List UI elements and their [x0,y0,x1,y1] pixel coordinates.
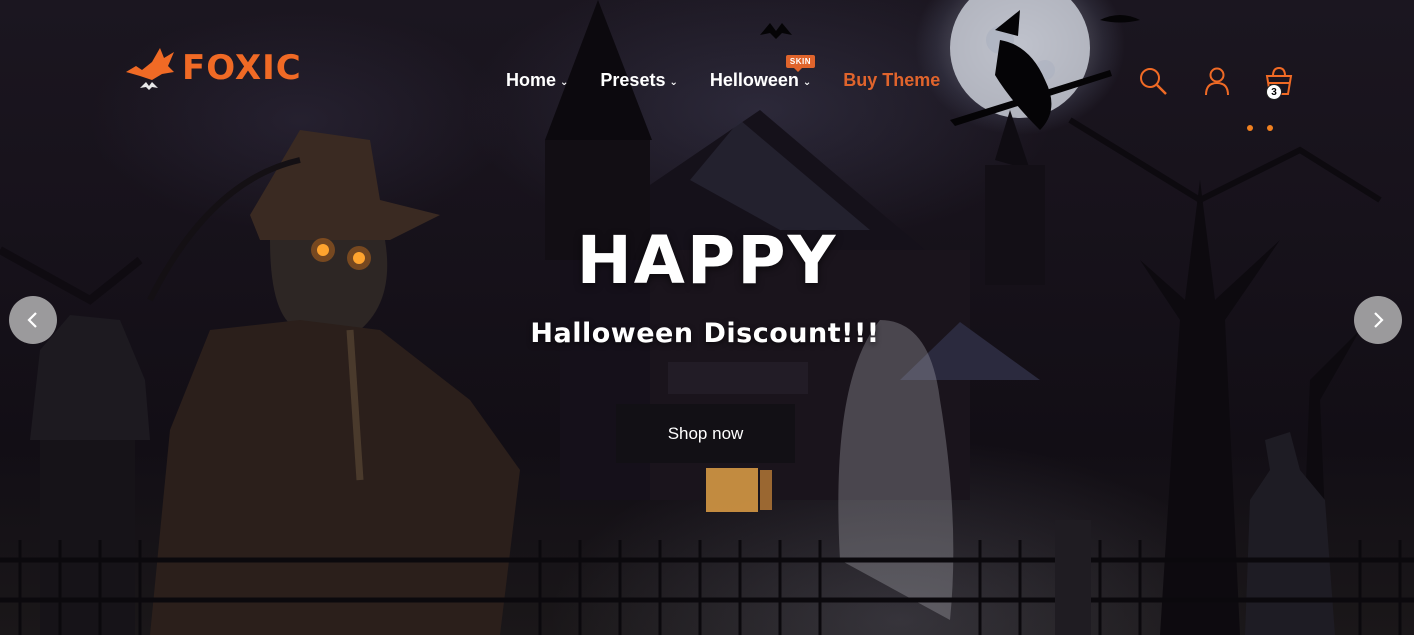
hero-subtitle: Halloween Discount!!! [530,318,880,349]
slider-next-button[interactable] [1354,296,1402,344]
search-icon [1140,68,1167,95]
chevron-down-icon: ⌄ [560,77,569,88]
brand-name: FOXIC [182,48,302,88]
skin-badge: SKIN [785,55,815,72]
cart-count-badge: 3 [1266,84,1282,100]
hero-title: HAPPY [576,222,838,299]
account-button[interactable] [1200,64,1234,98]
nav-item-buy-theme[interactable]: Buy Theme [843,70,940,91]
logo[interactable]: FOXIC [122,40,302,96]
chevron-down-icon: ⌄ [669,77,678,88]
chevron-left-icon [27,312,37,328]
hero-slider: FOXIC Home ⌄ Presets ⌄ SKIN Helloween ⌄ … [0,0,1414,635]
nav-item-presets[interactable]: Presets ⌄ [600,70,677,91]
shop-now-button[interactable]: Shop now [616,404,795,463]
nav-item-label: Presets [600,70,666,90]
fox-bat-logo-icon [126,48,174,90]
chevron-down-icon: ⌄ [802,77,812,88]
nav-item-home[interactable]: Home ⌄ [506,70,568,91]
search-button[interactable] [1136,64,1170,98]
slider-prev-button[interactable] [9,296,57,344]
cart-button[interactable]: 3 [1262,64,1296,100]
user-icon [1205,67,1229,96]
chevron-right-icon [1374,312,1384,328]
nav-item-helloween[interactable]: SKIN Helloween ⌄ [709,55,815,91]
nav-item-label: Buy Theme [843,70,941,90]
main-navigation: Home ⌄ Presets ⌄ SKIN Helloween ⌄ Buy Th… [506,55,940,91]
nav-item-label: Home [506,70,557,90]
nav-item-label: Helloween [709,70,799,90]
